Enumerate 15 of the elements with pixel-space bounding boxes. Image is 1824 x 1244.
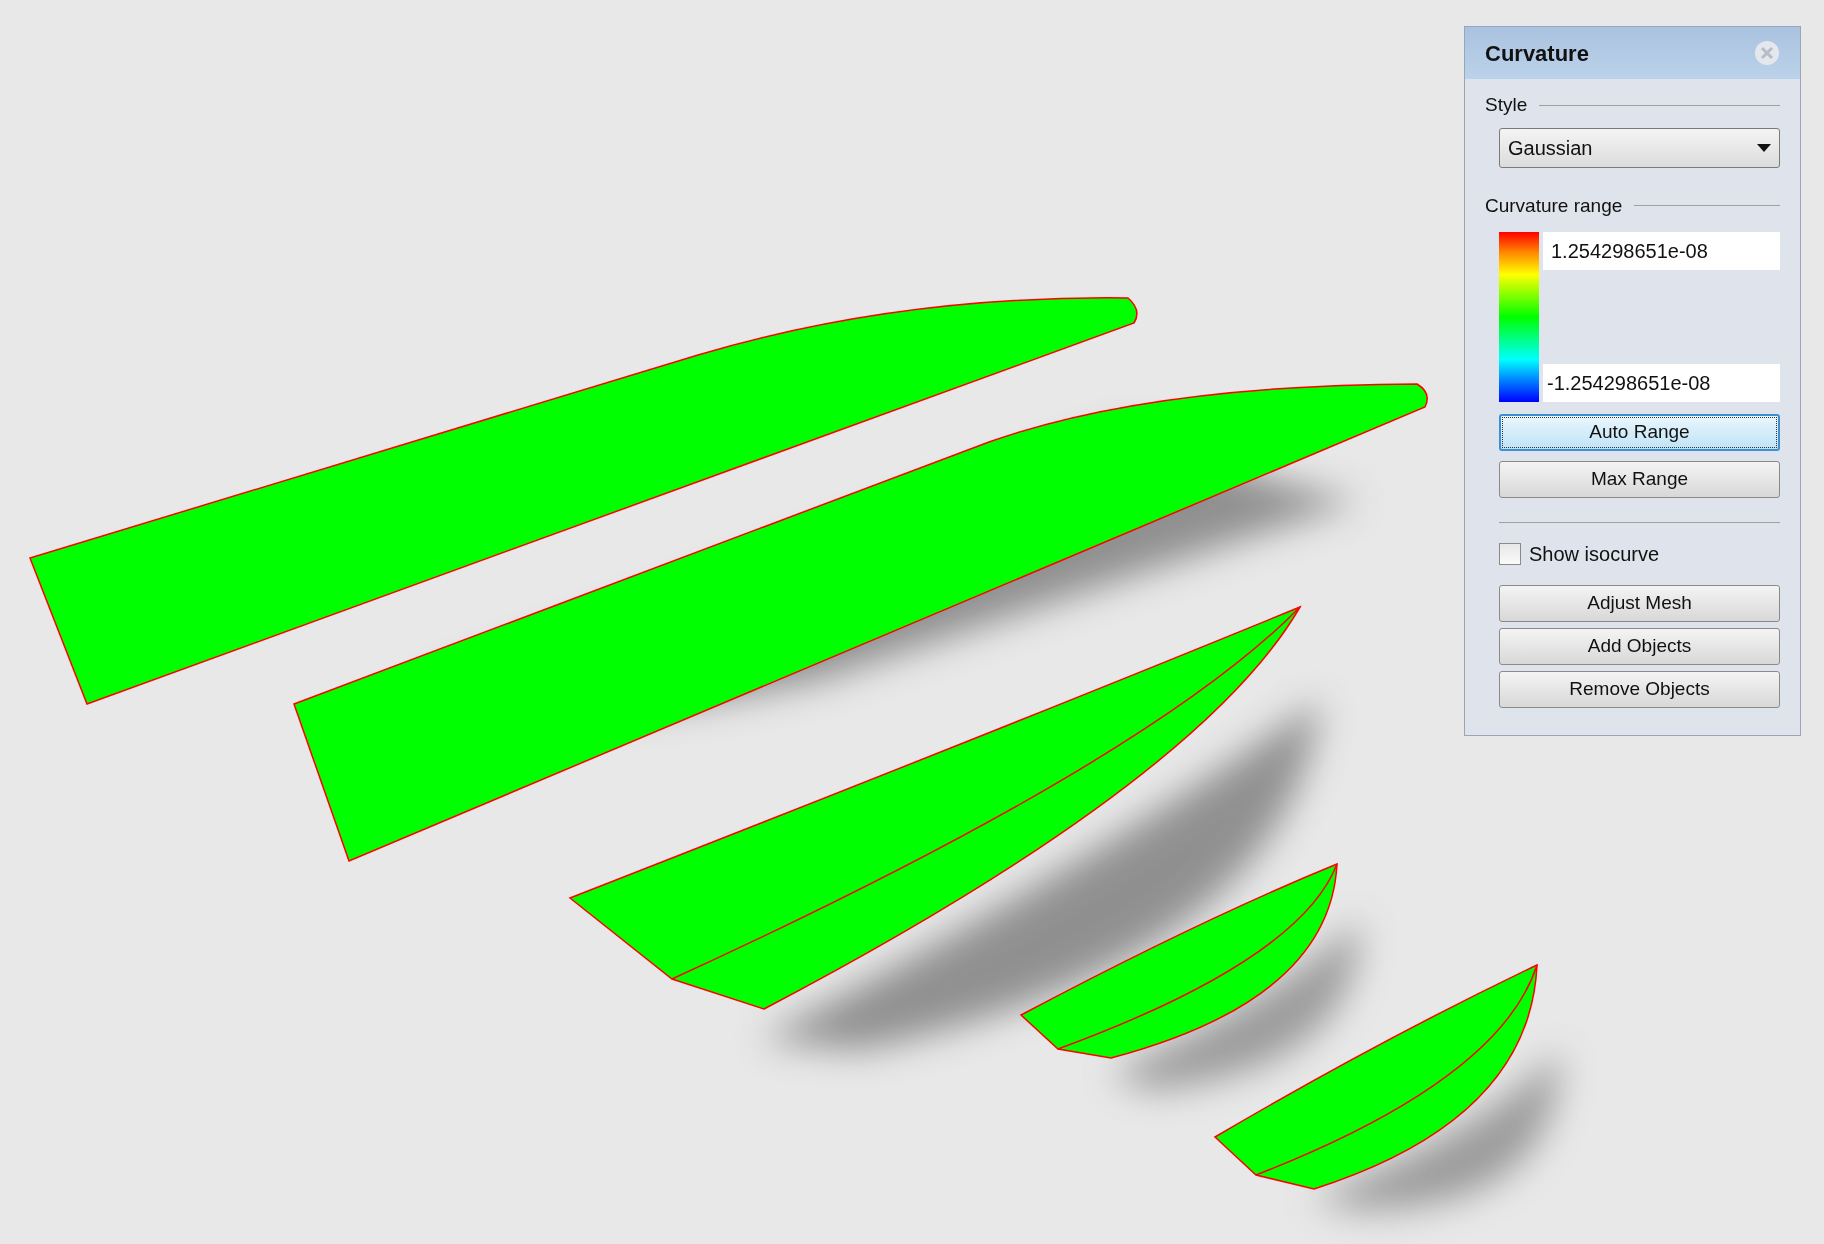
- panel-button[interactable]: Auto Range: [1499, 414, 1780, 451]
- panel-title: Curvature: [1485, 39, 1589, 68]
- range-min-field[interactable]: -1.254298651e-08: [1543, 364, 1780, 402]
- panel-button[interactable]: Remove Objects: [1499, 671, 1780, 708]
- dropdown-caret-icon: [1757, 143, 1771, 152]
- panel-button[interactable]: Adjust Mesh: [1499, 585, 1780, 622]
- checkbox-label: Show isocurve: [1529, 542, 1660, 567]
- isocurve-checkbox[interactable]: [1499, 543, 1521, 565]
- section-label: Curvature range: [1485, 193, 1623, 218]
- style-dropdown[interactable]: Gaussian: [1499, 127, 1780, 168]
- range-max-field[interactable]: 1.254298651e-08: [1543, 232, 1780, 270]
- panel-button[interactable]: Add Objects: [1499, 628, 1780, 665]
- dropdown-value: Gaussian: [1508, 135, 1593, 161]
- panel-button[interactable]: Max Range: [1499, 461, 1780, 498]
- section-label: Style: [1485, 93, 1528, 117]
